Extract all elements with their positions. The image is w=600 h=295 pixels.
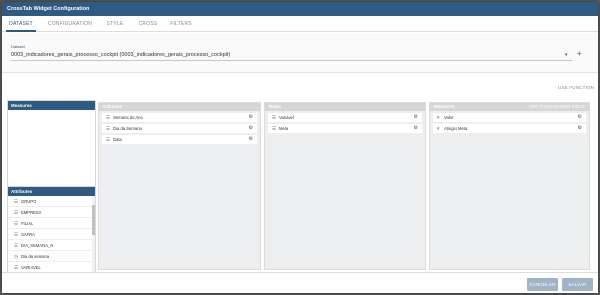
tab-style[interactable]: STYLE — [102, 16, 128, 32]
columns-title-text: Columns — [103, 104, 123, 109]
gear-icon[interactable]: ⚙ — [249, 124, 253, 133]
rows-title-text: Rows — [269, 104, 282, 109]
tab-bar: DATASET CONFIGURATION STYLE CROSS FILTER… — [2, 16, 598, 32]
attribute-item-dia-semana-n[interactable]: ☰ DIA_SEMANA_N — [8, 240, 92, 251]
measures-sidebar: Measures — [7, 100, 96, 187]
field-label: Data — [113, 137, 122, 142]
field-label: Semana do Ano — [113, 115, 143, 120]
attribute-item-filial[interactable]: ☰ FILIAL — [8, 218, 92, 229]
attribute-item-empresa[interactable]: ☰ EMPRESA — [8, 207, 92, 218]
gear-icon[interactable]: ⚙ — [249, 113, 253, 122]
hash-icon: # — [437, 126, 440, 131]
gear-icon[interactable]: ⚙ — [578, 113, 582, 122]
attribute-label: SAFRA — [21, 232, 35, 237]
list-icon: ☰ — [272, 115, 277, 120]
list-icon: ☰ — [272, 126, 277, 131]
columns-panel: Columns ☰ Semana do Ano ⚙ ☰ Dia da Semana ⚙ … — [98, 102, 261, 270]
measures-sidebar-title: Measures — [8, 101, 95, 110]
list-icon: ☰ — [106, 126, 111, 131]
measure-field-valor[interactable]: # Valor ⚙ — [433, 113, 586, 122]
field-label: Variável — [279, 115, 294, 120]
gear-icon[interactable]: ⚙ — [578, 124, 582, 133]
column-field-dia-da-semana[interactable]: ☰ Dia da Semana ⚙ — [102, 124, 257, 133]
attribute-label: Dia da semana — [21, 254, 50, 259]
gear-icon[interactable]: ⚙ — [414, 113, 418, 122]
attribute-list: ☰ GRUPO ☰ EMPRESA ☰ FILIAL ☰ SAFRA ☰ DIA_SEMA… — [8, 196, 92, 273]
dataset-select[interactable]: 0003_indicadores_gerais_processo_cockpit… — [11, 50, 572, 61]
tab-cross[interactable]: CROSS — [135, 16, 161, 32]
attribute-item-grupo[interactable]: ☰ GRUPO — [8, 196, 92, 207]
list-icon: ☰ — [14, 199, 19, 204]
list-icon: ☰ — [106, 115, 111, 120]
dataset-label: Dataset — [11, 44, 25, 49]
tab-dataset[interactable]: DATASET — [6, 16, 36, 32]
field-label: Valor — [444, 115, 454, 120]
plus-icon[interactable]: + — [577, 49, 582, 59]
attribute-label: VARIAVEL — [21, 265, 41, 270]
attribute-label: GRUPO — [21, 199, 37, 204]
attributes-sidebar-title: Attributes — [8, 187, 95, 196]
row-field-meta[interactable]: ☰ Meta ⚙ — [268, 124, 422, 133]
caret-down-icon[interactable]: ▾ — [565, 52, 568, 58]
attributes-sidebar: Attributes ☰ GRUPO ☰ EMPRESA ☰ FILIAL ☰ SAFR… — [7, 186, 96, 274]
cancel-button[interactable]: CANCELAR — [527, 278, 558, 291]
attributes-scrollbar[interactable] — [92, 196, 95, 273]
rows-panel: Rows ☰ Variável ⚙ ☰ Meta ⚙ — [264, 102, 426, 270]
save-button[interactable]: SALVAR — [562, 278, 593, 291]
list-icon: ☰ — [14, 221, 19, 226]
column-field-semana-do-ano[interactable]: ☰ Semana do Ano ⚙ — [102, 113, 257, 122]
measures-title-text: Measures — [434, 104, 455, 109]
use-function-button[interactable]: USE FUNCTION — [558, 85, 594, 90]
rows-panel-title: Rows — [265, 103, 425, 111]
attribute-label: FILIAL — [21, 221, 34, 226]
list-icon: ☰ — [106, 137, 111, 142]
attribute-label: EMPRESA — [21, 210, 42, 215]
crosstab-config-dialog: CrossTab Widget Configuration DATASET CO… — [2, 2, 598, 293]
list-icon: ☰ — [14, 232, 19, 237]
tab-filters[interactable]: FILTERS — [167, 16, 195, 32]
column-field-data[interactable]: ☰ Data ⚙ — [102, 135, 257, 144]
field-label: Atingiu Meta — [444, 126, 468, 131]
clock-icon: ◷ — [14, 254, 18, 259]
columns-panel-title: Columns — [99, 103, 260, 111]
dialog-footer: CANCELAR SALVAR — [2, 272, 598, 293]
hash-icon: # — [437, 115, 440, 120]
add-calculated-field-button[interactable]: ADD CALCULATED FIELD — [529, 103, 585, 111]
list-icon: ☰ — [14, 210, 19, 215]
attribute-item-safra[interactable]: ☰ SAFRA — [8, 229, 92, 240]
measure-field-atingiu-meta[interactable]: # Atingiu Meta ⚙ — [433, 124, 586, 133]
dataset-section: Dataset 0003_indicadores_gerais_processo… — [2, 33, 598, 73]
dialog-title: CrossTab Widget Configuration — [2, 2, 598, 16]
field-label: Meta — [279, 126, 289, 131]
gear-icon[interactable]: ⚙ — [249, 135, 253, 144]
measures-panel-title: Measures ADD CALCULATED FIELD — [430, 103, 589, 111]
gear-icon[interactable]: ⚙ — [414, 124, 418, 133]
measures-panel: Measures ADD CALCULATED FIELD # Valor ⚙ # At… — [429, 102, 590, 270]
scrollbar-thumb[interactable] — [92, 205, 95, 235]
attribute-item-dia-da-semana[interactable]: ◷ Dia da semana — [8, 251, 92, 262]
tab-configuration[interactable]: CONFIGURATION — [46, 16, 94, 32]
list-icon: ☰ — [14, 243, 19, 248]
row-field-variavel[interactable]: ☰ Variável ⚙ — [268, 113, 422, 122]
attribute-label: DIA_SEMANA_N — [21, 243, 54, 248]
field-label: Dia da Semana — [113, 126, 142, 131]
